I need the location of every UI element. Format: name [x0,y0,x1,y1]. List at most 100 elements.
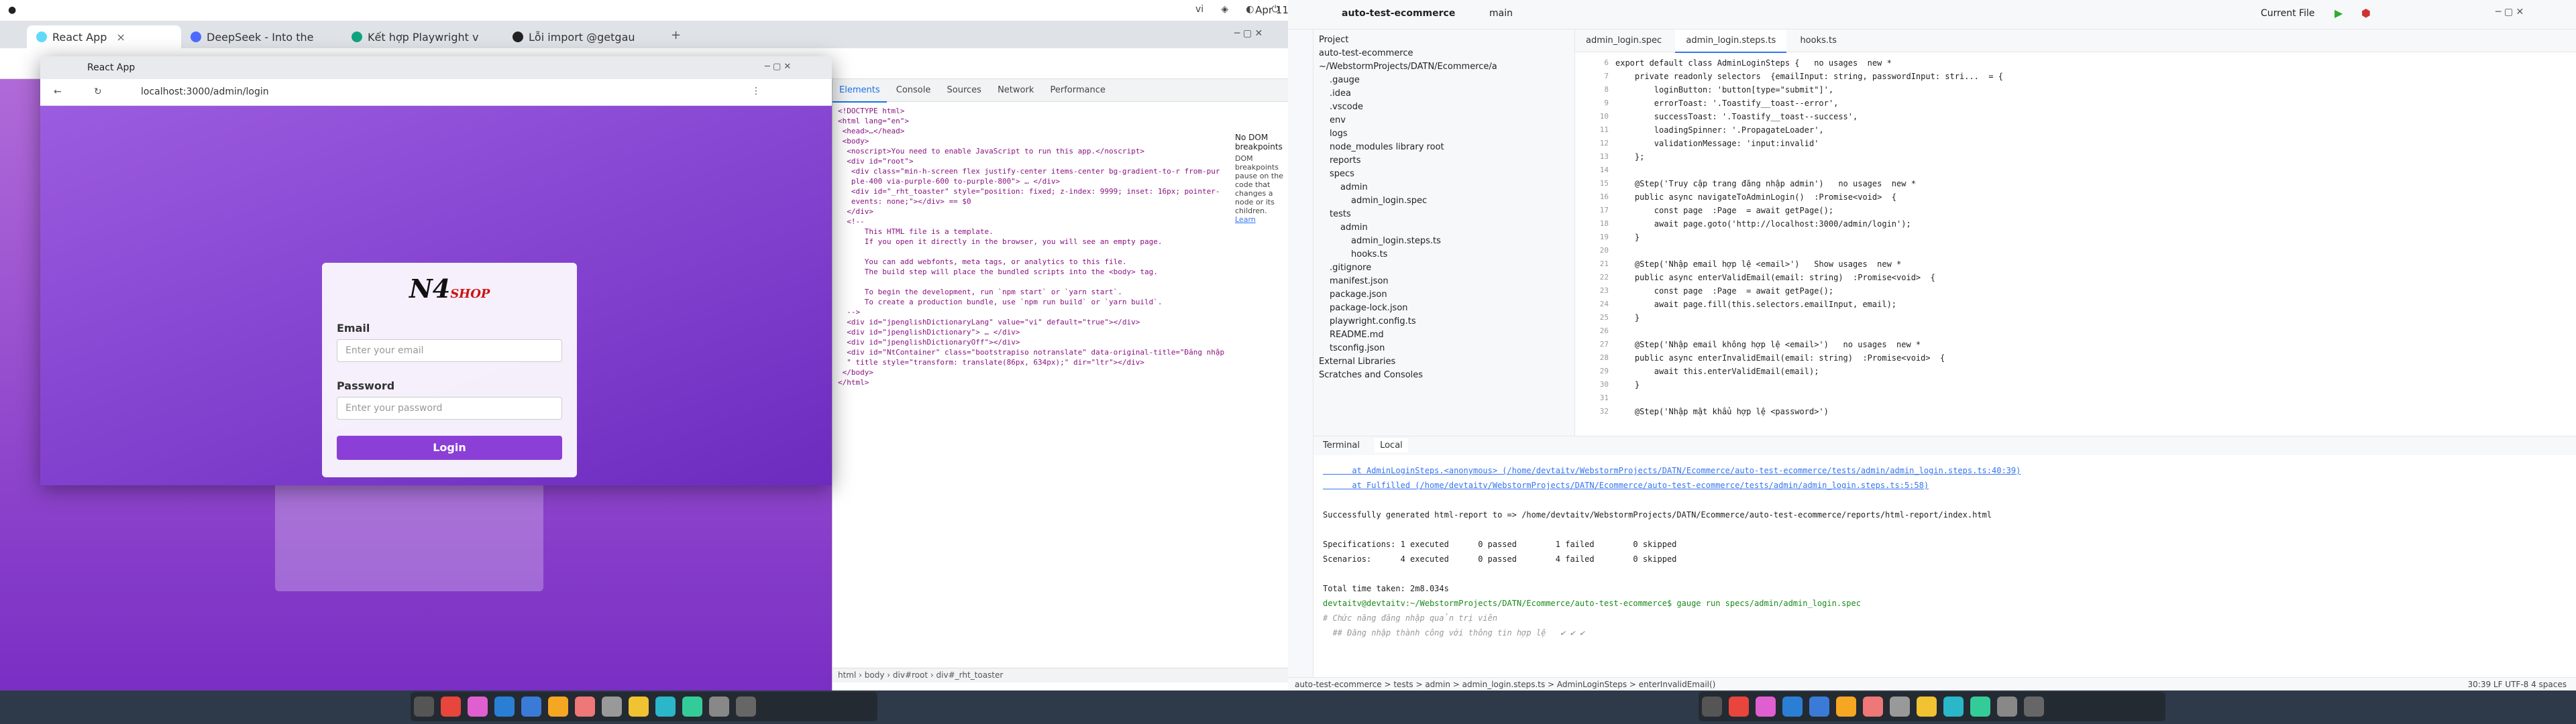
tree-item[interactable]: env [1319,114,1569,127]
browser-tab[interactable]: Kết hợp Playwright v [342,25,503,48]
tab-local[interactable]: Local [1375,438,1408,452]
tree-item[interactable]: .vscode [1319,101,1569,114]
tree-item[interactable]: .gitignore [1319,261,1569,275]
tab-network[interactable]: Network [991,79,1040,101]
chrome-app-icon[interactable] [441,697,461,717]
activities-icon[interactable]: ● [8,5,16,15]
settings-app-icon[interactable] [1890,697,1910,717]
terminal-app-icon[interactable] [1702,697,1722,717]
tab-sources[interactable]: Sources [941,79,988,101]
tree-item[interactable]: admin [1319,221,1569,235]
chrome-app-icon[interactable] [1729,697,1749,717]
network-icon[interactable]: ◈ [1221,4,1228,15]
password-field[interactable]: Enter your password [337,397,562,420]
tree-item[interactable]: package-lock.json [1319,302,1569,315]
apps-grid-icon[interactable] [2024,697,2044,717]
run-icon[interactable]: ▶ [2334,7,2343,19]
tab-console[interactable]: Console [890,79,938,101]
menu-icon[interactable]: ⋮ [751,86,761,97]
tree-item[interactable]: tsconfig.json [1319,342,1569,355]
tab-terminal[interactable]: Terminal [1323,440,1360,450]
store-app-icon[interactable] [1809,697,1829,717]
email-field[interactable]: Enter your email [337,339,562,362]
app-icon[interactable] [1863,697,1883,717]
tree-item[interactable]: Project [1319,34,1569,47]
webstorm-app-icon[interactable] [1756,697,1776,717]
tree-item[interactable]: manifest.json [1319,275,1569,288]
tree-item[interactable]: reports [1319,154,1569,168]
notes-app-icon[interactable] [1917,697,1937,717]
app-icon[interactable] [682,697,702,717]
tree-item[interactable]: logs [1319,127,1569,141]
app-icon[interactable] [1943,697,1964,717]
browser-tab[interactable]: DeepSeek - Into the [181,25,342,48]
trash-app-icon[interactable] [709,697,729,717]
tree-item[interactable]: README.md [1319,328,1569,342]
settings-app-icon[interactable] [602,697,622,717]
files-app-icon[interactable] [1836,697,1856,717]
popup-tab-title[interactable]: React App [87,62,135,73]
browser-tab[interactable]: Lỗi import @getgau [503,25,664,48]
window-controls[interactable]: ─ ▢ ✕ [765,62,791,72]
tab-elements[interactable]: Elements [833,79,887,103]
app-icon[interactable] [1970,697,1990,717]
project-tree[interactable]: Project auto-test-ecommerce ~/WebstormPro… [1313,29,1574,386]
crumb[interactable]: body [865,670,885,680]
crumb[interactable]: div#root [893,670,928,680]
tree-item[interactable]: package.json [1319,288,1569,302]
tab-performance[interactable]: Performance [1044,79,1112,101]
tree-item[interactable]: auto-test-ecommerce ~/WebstormProjects/D… [1319,47,1569,74]
reload-icon[interactable]: ↻ [94,86,102,97]
back-icon[interactable]: ← [54,86,62,97]
run-config-selector[interactable]: Current File [2261,8,2314,19]
language-indicator[interactable]: vi [1195,4,1203,15]
vscode-app-icon[interactable] [1782,697,1803,717]
dom-tree[interactable]: <!DOCTYPE html> <html lang="en"> <head>…… [838,106,1234,642]
tree-item[interactable]: admin_login.steps.ts [1319,235,1569,248]
tab-admin-login-steps[interactable]: admin_login.steps.ts [1675,29,1787,53]
new-tab-button[interactable]: + [671,28,681,42]
tree-item[interactable]: tests [1319,208,1569,221]
tab-hooks[interactable]: hooks.ts [1789,29,1847,52]
files-app-icon[interactable] [548,697,568,717]
tab-admin-login-spec[interactable]: admin_login.spec [1575,29,1672,52]
close-icon[interactable]: × [116,31,125,44]
tree-item[interactable]: .idea [1319,87,1569,101]
trash-app-icon[interactable] [1997,697,2017,717]
terminal-app-icon[interactable] [414,697,434,717]
tree-item[interactable]: specs [1319,168,1569,181]
branch-selector[interactable]: main [1489,8,1513,19]
app-icon[interactable] [655,697,676,717]
window-controls[interactable]: ─ ▢ ✕ [2496,7,2524,17]
notes-app-icon[interactable] [629,697,649,717]
nav-breadcrumb[interactable]: auto-test-ecommerce > tests > admin > ad… [1295,680,1715,689]
url-field[interactable]: localhost:3000/admin/login [141,86,269,97]
webstorm-app-icon[interactable] [468,697,488,717]
terminal-output[interactable]: at AdminLoginSteps.<anonymous> (/home/de… [1323,463,2571,640]
app-icon[interactable] [575,697,595,717]
login-button[interactable]: Login [337,436,562,460]
browser-tab[interactable]: React App × [27,25,181,48]
store-app-icon[interactable] [521,697,541,717]
tree-item[interactable]: External Libraries [1319,355,1569,369]
tree-item[interactable]: Scratches and Consoles [1319,369,1569,382]
window-controls[interactable]: ─ ▢ ✕ [1234,28,1263,39]
system-tray[interactable]: vi ◈ ◐ ⏻ [1181,4,1279,15]
learn-link[interactable]: Learn [1235,215,1289,224]
vscode-app-icon[interactable] [494,697,515,717]
tree-item[interactable]: admin_login.spec [1319,194,1569,208]
power-icon[interactable]: ⏻ [1272,4,1279,15]
debug-icon[interactable]: ⬢ [2361,7,2371,19]
cursor-info[interactable]: 30:39 LF UTF-8 4 spaces [2468,680,2567,689]
tree-item[interactable]: node_modules library root [1319,141,1569,154]
tree-item[interactable]: admin [1319,181,1569,194]
tree-item[interactable]: .gauge [1319,74,1569,87]
tree-item[interactable]: playwright.config.ts [1319,315,1569,328]
volume-icon[interactable]: ◐ [1246,4,1254,15]
crumb[interactable]: div#_rht_toaster [936,670,1004,680]
tree-item[interactable]: hooks.ts [1319,248,1569,261]
project-selector[interactable]: auto-test-ecommerce [1342,8,1455,19]
source-code[interactable]: export default class AdminLoginSteps { n… [1615,56,2555,418]
crumb[interactable]: html [838,670,856,680]
apps-grid-icon[interactable] [736,697,756,717]
